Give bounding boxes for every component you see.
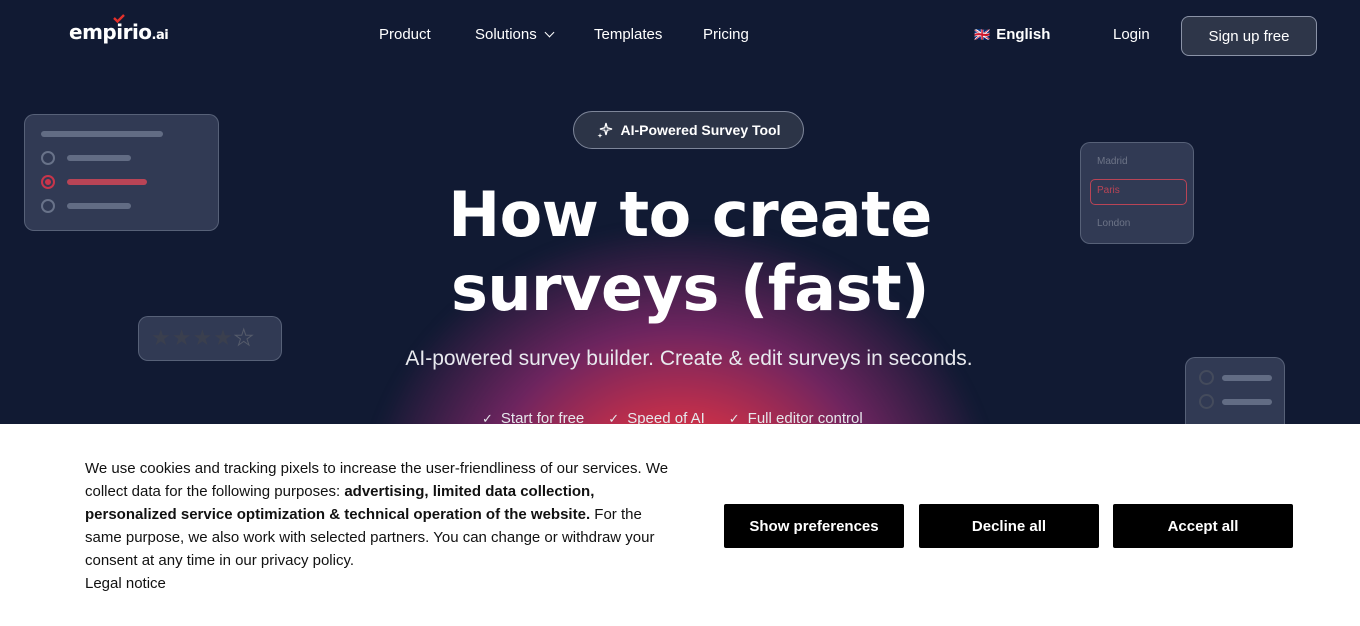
deco-bar (67, 203, 131, 209)
nav-solutions[interactable]: Solutions (475, 26, 555, 43)
deco-rating-card: ★★★★★ (138, 316, 282, 361)
language-label: English (996, 26, 1051, 43)
page-title: How to create surveys (fast) (380, 178, 1000, 326)
cookie-banner: We use cookies and tracking pixels to in… (0, 424, 1360, 626)
flag-icon: 🇬🇧 (974, 27, 991, 42)
chevron-down-icon (544, 27, 555, 38)
title-line-1: How to create (448, 178, 932, 251)
signup-button[interactable]: Sign up free (1181, 16, 1317, 56)
radio-selected-icon (41, 175, 55, 189)
logo-text: empirio (69, 20, 152, 44)
decline-all-button[interactable]: Decline all (919, 504, 1099, 548)
hero-subtitle: AI-powered survey builder. Create & edit… (405, 347, 973, 370)
sparkle-icon (597, 122, 612, 138)
show-preferences-button[interactable]: Show preferences (724, 504, 904, 548)
title-line-2: surveys (fast) (450, 252, 930, 325)
nav-pricing[interactable]: Pricing (703, 26, 749, 43)
nav-templates[interactable]: Templates (594, 26, 662, 43)
logo-check-icon (113, 14, 125, 23)
logo-suffix: .ai (151, 28, 169, 43)
deco-city-card: Madrid Paris London (1080, 142, 1194, 244)
badge-label: AI-Powered Survey Tool (620, 122, 781, 138)
deco-bar (67, 179, 147, 185)
legal-notice-link[interactable]: Legal notice (85, 572, 680, 595)
star-rating-icon: ★★★★★ (151, 326, 255, 352)
deco-bar (67, 155, 131, 161)
top-nav: empirio.ai Product Solutions Templates P… (0, 0, 1360, 72)
nav-product[interactable]: Product (379, 26, 431, 43)
radio-icon (41, 151, 55, 165)
check-circle-icon (1199, 370, 1214, 385)
cookie-text: We use cookies and tracking pixels to in… (85, 457, 680, 595)
deco-bar (1222, 399, 1272, 405)
deco-bar (41, 131, 163, 137)
city-option: Madrid (1097, 156, 1128, 167)
ai-badge: AI-Powered Survey Tool (573, 111, 804, 149)
city-option: London (1097, 218, 1131, 229)
logo[interactable]: empirio.ai (69, 14, 169, 44)
login-link[interactable]: Login (1113, 26, 1150, 43)
language-selector[interactable]: 🇬🇧 English (974, 26, 1050, 43)
check-circle-icon (1199, 394, 1214, 409)
accept-all-button[interactable]: Accept all (1113, 504, 1293, 548)
deco-radio-card (24, 114, 219, 231)
deco-bar (1222, 375, 1272, 381)
nav-solutions-label: Solutions (475, 26, 537, 43)
city-option: Paris (1097, 185, 1120, 196)
radio-icon (41, 199, 55, 213)
